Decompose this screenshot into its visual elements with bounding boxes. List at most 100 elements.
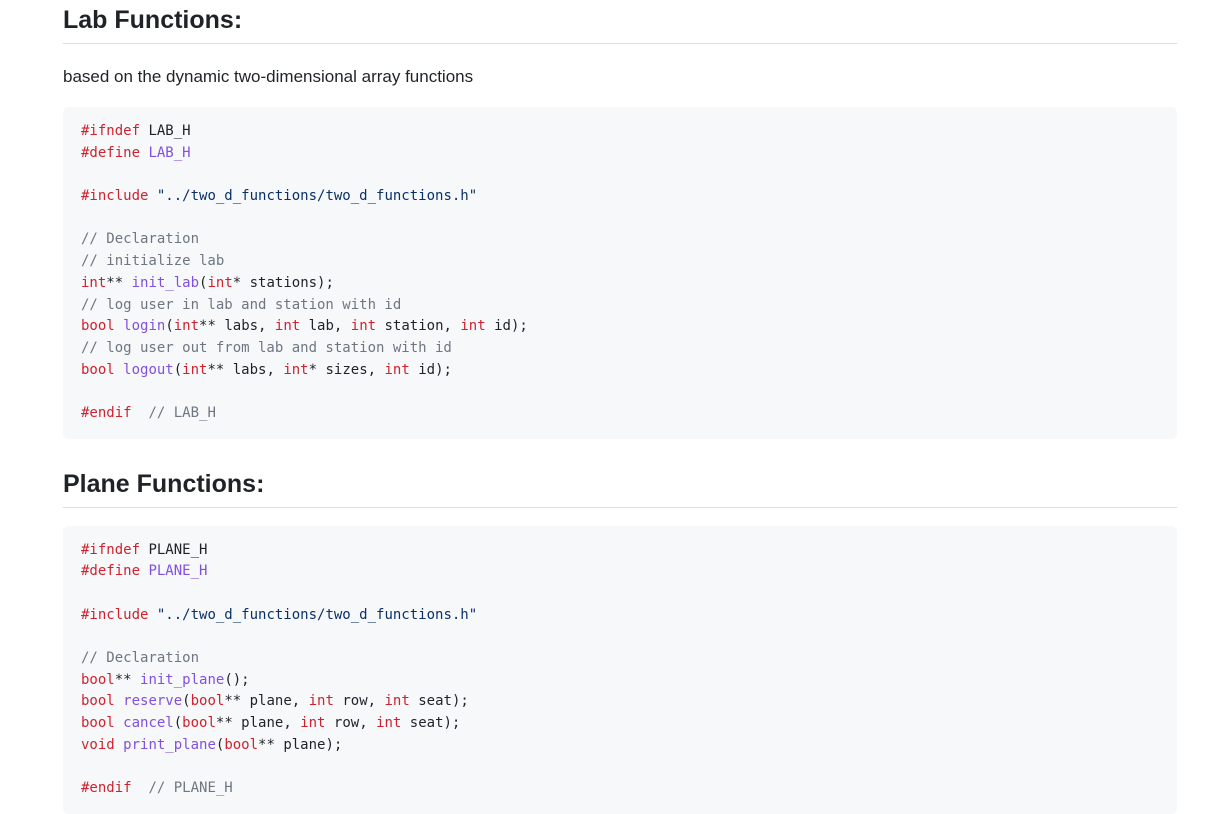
code-token: print_plane xyxy=(123,736,216,753)
code-line: bool reserve(bool** plane, int row, int … xyxy=(81,691,1159,713)
code-token: void xyxy=(81,736,115,753)
code-token: int xyxy=(173,318,200,335)
code-token: ** plane, xyxy=(224,693,309,710)
code-token: bool xyxy=(224,736,259,753)
code-token: LAB_H xyxy=(148,144,191,161)
code-token: int xyxy=(274,318,301,335)
code-line: bool login(int** labs, int lab, int stat… xyxy=(81,316,1159,338)
code-line: #ifndef LAB_H xyxy=(81,121,1159,143)
code-token: login xyxy=(123,318,166,335)
code-line: #define PLANE_H xyxy=(81,561,1159,583)
lab-functions-heading: Lab Functions: xyxy=(63,5,1177,44)
code-token: row, xyxy=(333,693,385,710)
code-token: seat); xyxy=(409,693,469,710)
code-token: #ifndef xyxy=(81,123,141,139)
code-token: lab, xyxy=(300,318,351,335)
code-line: #endif // PLANE_H xyxy=(81,778,1159,800)
code-token: // LAB_H xyxy=(148,404,216,421)
code-line: #ifndef PLANE_H xyxy=(81,540,1159,562)
code-token: int xyxy=(182,361,208,378)
code-token: ** labs, xyxy=(207,361,284,378)
code-line: bool logout(int** labs, int* sizes, int … xyxy=(81,360,1159,382)
code-token: cancel xyxy=(123,715,174,732)
code-line: int** init_lab(int* stations); xyxy=(81,273,1159,295)
code-token: ( xyxy=(182,693,191,710)
code-token: bool xyxy=(190,693,225,710)
code-token: int xyxy=(376,715,402,732)
code-token: #endif xyxy=(81,404,132,421)
code-token: bool xyxy=(81,715,115,732)
code-token: init_lab xyxy=(131,274,200,291)
code-line: void print_plane(bool** plane); xyxy=(81,735,1159,757)
plane-functions-heading: Plane Functions: xyxy=(63,469,1177,508)
code-token: bool xyxy=(81,361,115,378)
code-line: bool cancel(bool** plane, int row, int s… xyxy=(81,713,1159,735)
code-token: int xyxy=(207,274,233,291)
code-token: bool xyxy=(81,671,115,688)
readme-article: Lab Functions: based on the dynamic two-… xyxy=(63,0,1177,814)
code-token: ( xyxy=(173,361,183,378)
code-token: int xyxy=(283,361,309,378)
code-line: #include "../two_d_functions/two_d_funct… xyxy=(81,605,1159,627)
code-token: ** xyxy=(106,274,132,291)
code-token: ** plane); xyxy=(258,736,343,753)
code-line: // Declaration xyxy=(81,648,1159,670)
code-line: bool** init_plane(); xyxy=(81,670,1159,692)
code-token: ( xyxy=(173,715,183,732)
code-token: #ifndef xyxy=(81,541,141,558)
code-token: bool xyxy=(81,318,115,335)
code-line: // Declaration xyxy=(81,229,1159,251)
code-token: ** xyxy=(114,671,141,688)
code-token: #define xyxy=(81,563,141,580)
code-token: // initialize lab xyxy=(81,253,225,270)
code-line: // initialize lab xyxy=(81,251,1159,273)
code-token: int xyxy=(300,715,326,732)
code-line: #include "../two_d_functions/two_d_funct… xyxy=(81,186,1159,208)
code-token: // Declaration xyxy=(81,231,200,248)
code-token: id); xyxy=(409,361,452,378)
code-token: "../two_d_functions/two_d_functions.h" xyxy=(156,188,478,205)
code-token: int xyxy=(81,274,107,291)
code-token: #include xyxy=(81,188,149,205)
code-token: // PLANE_H xyxy=(148,780,233,797)
code-token: // log user in lab and station with id xyxy=(81,296,402,313)
code-token: int xyxy=(384,361,410,378)
plane-code-block[interactable]: #ifndef PLANE_H #define PLANE_H #include … xyxy=(63,525,1177,814)
code-token: row, xyxy=(325,715,377,732)
code-line: #endif // LAB_H xyxy=(81,403,1159,425)
code-line: #define LAB_H xyxy=(81,143,1159,165)
code-token: LAB_H xyxy=(140,123,191,139)
code-token: * stations); xyxy=(232,274,334,291)
code-token: #include xyxy=(81,606,149,623)
code-token: int xyxy=(350,318,377,335)
code-token: bool xyxy=(182,715,216,732)
code-token: int xyxy=(384,693,410,710)
code-line: // log user out from lab and station wit… xyxy=(81,338,1159,360)
code-token: int xyxy=(308,693,334,710)
code-token: id); xyxy=(485,318,528,335)
code-token: * sizes, xyxy=(308,361,385,378)
lab-code-block[interactable]: #ifndef LAB_H #define LAB_H #include "../… xyxy=(63,107,1177,439)
code-token: // Declaration xyxy=(81,650,200,667)
code-token: #endif xyxy=(81,780,132,797)
lab-functions-description: based on the dynamic two-dimensional arr… xyxy=(63,67,474,86)
code-token: ** plane, xyxy=(215,715,301,732)
code-token: reserve xyxy=(123,693,183,710)
code-token: station, xyxy=(376,318,461,335)
code-token: "../two_d_functions/two_d_functions.h" xyxy=(156,606,478,623)
code-token: ** labs, xyxy=(199,318,275,335)
code-token: ( xyxy=(165,318,174,335)
code-token: #define xyxy=(81,144,141,161)
